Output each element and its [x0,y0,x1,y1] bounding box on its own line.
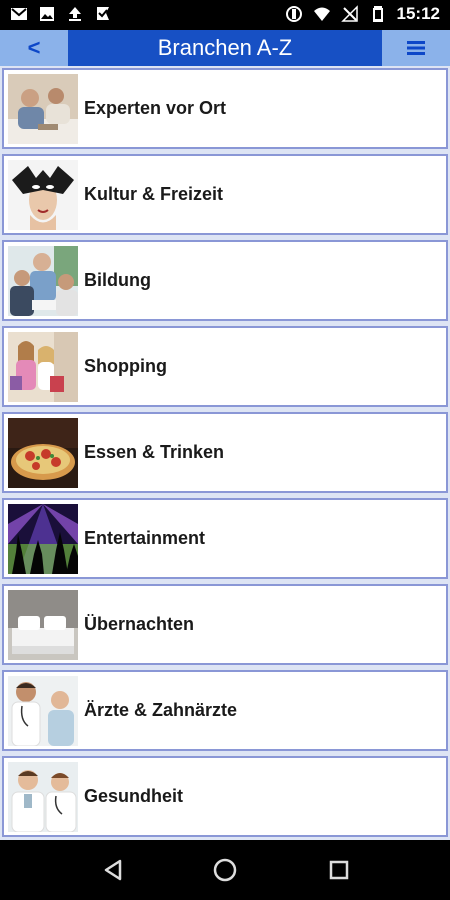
app-header: < Branchen A-Z [0,30,450,66]
no-signal-icon [340,5,358,22]
list-item[interactable]: Kultur & Freizeit [2,154,448,235]
list-item-label: Kultur & Freizeit [84,184,224,204]
list-item-label: Shopping [84,356,167,376]
upload-icon [69,7,81,21]
list-item-label: Essen & Trinken [84,442,225,462]
list-item[interactable]: Ärzte & Zahnärzte [2,670,448,751]
check-flag-icon [97,7,109,20]
list-item-label: Gesundheit [84,786,184,806]
experts-photo [8,74,78,144]
list-item-label: Entertainment [84,528,206,548]
shopping-photo [8,332,78,402]
status-time: 15:12 [396,4,440,23]
list-item[interactable]: Shopping [2,326,448,407]
system-nav-bar [0,840,450,900]
hotel-bed-photo [8,590,78,660]
list-item-label: Übernachten [84,614,195,634]
concert-photo [8,504,78,574]
doctor-photo [8,676,78,746]
menu-button[interactable] [382,30,450,66]
pizza-photo [8,418,78,488]
hamburger-menu-icon [407,41,425,55]
wifi-icon [313,7,330,21]
list-item[interactable]: Essen & Trinken [2,412,448,493]
list-item[interactable]: Entertainment [2,498,448,579]
list-item-label: Experten vor Ort [84,98,227,118]
list-item[interactable]: Gesundheit [2,756,448,837]
image-icon [40,7,54,21]
home-circle-icon[interactable] [212,857,238,883]
list-item[interactable]: Experten vor Ort [2,68,448,149]
category-list: Experten vor Ort Kultur & Freizeit Bildu… [0,66,450,840]
list-item[interactable]: Übernachten [2,584,448,665]
list-item-label: Bildung [84,270,151,290]
health-photo [8,762,78,832]
mask-photo [8,160,78,230]
back-button[interactable]: < [0,30,68,66]
list-item-label: Ärzte & Zahnärzte [84,700,238,720]
battery-icon [372,6,383,22]
list-item[interactable]: Bildung [2,240,448,321]
page-title: Branchen A-Z [157,35,293,60]
vibrate-icon [285,6,302,22]
recents-square-icon[interactable] [326,857,352,883]
gmail-icon [11,8,27,20]
education-photo [8,246,78,316]
back-triangle-icon[interactable] [100,857,126,883]
status-bar: 15:12 [0,0,450,30]
